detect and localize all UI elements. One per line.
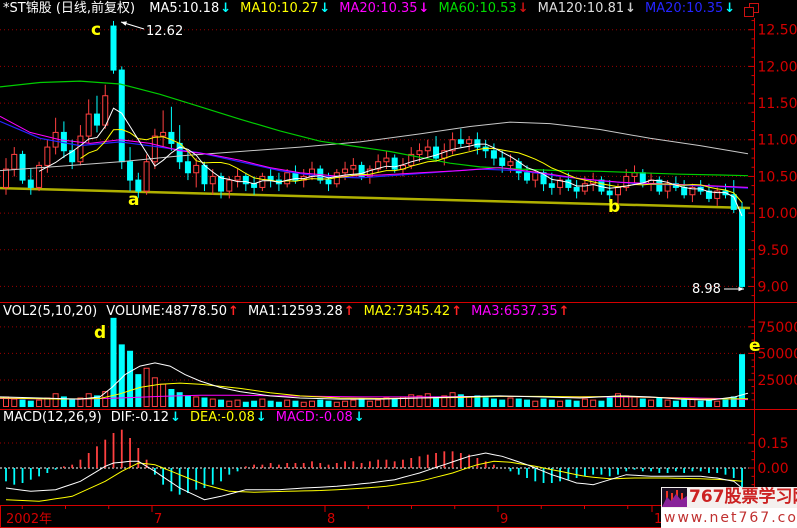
- note-high: 12.62: [146, 25, 183, 38]
- svg-text:7: 7: [154, 512, 162, 527]
- site-logo-icon: [662, 488, 687, 507]
- main-pane-candles: [4, 21, 745, 288]
- main-header-trend-arrow-1: ↓: [319, 1, 330, 16]
- vol-header-trend-arrow-4: ↑: [559, 304, 570, 319]
- svg-text:11.00: 11.00: [758, 133, 797, 149]
- vol-header-item-1: VOLUME:48778.50: [106, 304, 227, 319]
- main-header-item-0: MA5:10.18: [149, 1, 219, 16]
- chart-canvas[interactable]: 12.5012.0011.5011.0010.5010.009.509.0075…: [0, 0, 797, 528]
- marker-e: e: [749, 338, 761, 355]
- main-header-trend-arrow-0: ↓: [220, 1, 231, 16]
- main-header-trend-arrow-3: ↓: [518, 1, 529, 16]
- volume-indicator-bar: VOL2(5,10,20)VOLUME:48778.50↑MA1:12593.2…: [3, 303, 579, 320]
- svg-text:9.50: 9.50: [758, 243, 789, 259]
- svg-text:11.50: 11.50: [758, 96, 797, 112]
- vol-header-item-3: MA2:7345.42: [364, 304, 451, 319]
- svg-text:10.00: 10.00: [758, 206, 797, 222]
- macd-header-trend-arrow-2: ↓: [256, 410, 267, 425]
- main-header-item-2: MA20:10.35: [339, 1, 417, 16]
- vol-header-trend-arrow-1: ↑: [228, 304, 239, 319]
- main-header-item-3: MA60:10.53: [438, 1, 516, 16]
- macd-pane-lines: [6, 453, 742, 501]
- svg-text:25000: 25000: [758, 373, 797, 389]
- main-header-item-5: MA20:10.35: [645, 1, 723, 16]
- svg-text:0.00: 0.00: [758, 461, 789, 477]
- stock-title: *ST锦股 (日线,前复权): [3, 1, 135, 16]
- volume-pane-bars: [4, 318, 745, 406]
- watermark-banner: 767股票学习网: [661, 487, 797, 508]
- svg-text:9.00: 9.00: [758, 279, 789, 295]
- note-low: 8.98: [692, 283, 721, 296]
- svg-text:10.50: 10.50: [758, 169, 797, 185]
- main-header-item-1: MA10:10.27: [240, 1, 318, 16]
- watermark-url: www.net767.com: [661, 508, 797, 528]
- svg-text:8: 8: [327, 512, 335, 527]
- svg-text:12.50: 12.50: [758, 23, 797, 39]
- vol-header-trend-arrow-3: ↑: [451, 304, 462, 319]
- main-indicator-bar: *ST锦股 (日线,前复权) MA5:10.18↓MA10:10.27↓MA20…: [3, 0, 744, 17]
- vol-header-item-0: VOL2(5,10,20): [3, 304, 97, 319]
- macd-header-item-0: MACD(12,26,9): [3, 410, 102, 425]
- marker-a: a: [128, 192, 139, 209]
- marker-b: b: [608, 199, 620, 216]
- main-pane-ma-lines: [0, 81, 748, 216]
- macd-header-trend-arrow-1: ↓: [170, 410, 181, 425]
- main-header-trend-arrow-2: ↓: [419, 1, 430, 16]
- macd-indicator-bar: MACD(12,26,9)DIF:-0.12↓DEA:-0.08↓MACD:-0…: [3, 409, 374, 426]
- main-header-item-4: MA120:10.81: [538, 1, 625, 16]
- svg-text:9: 9: [500, 512, 508, 527]
- window-restore-icon[interactable]: [744, 3, 758, 16]
- window-restore-icon-front: [744, 7, 754, 17]
- watermark: 767股票学习网 www.net767.com: [661, 487, 797, 528]
- main-header-trend-arrow-4: ↓: [625, 1, 636, 16]
- stock-chart-window: 12.5012.0011.5011.0010.5010.009.509.0075…: [0, 0, 797, 528]
- macd-header-item-2: DEA:-0.08: [190, 410, 255, 425]
- macd-header-trend-arrow-3: ↓: [354, 410, 365, 425]
- marker-d: d: [94, 325, 106, 342]
- macd-pane-histogram: [6, 430, 742, 495]
- trendline: [0, 188, 750, 208]
- marker-c: c: [91, 22, 101, 39]
- svg-text:12.00: 12.00: [758, 59, 797, 75]
- vol-header-item-2: MA1:12593.28: [248, 304, 343, 319]
- svg-text:75000: 75000: [758, 320, 797, 336]
- right-price-axis: 12.50 12.00 11.50 11.00 10.50 10.00 9.50 9.00 75…: [749, 18, 797, 505]
- svg-text:0.15: 0.15: [758, 436, 789, 452]
- watermark-site-name: 767股票学习网: [689, 487, 797, 508]
- vol-header-item-4: MA3:6537.35: [471, 304, 558, 319]
- svg-text:50000: 50000: [758, 346, 797, 362]
- vol-header-trend-arrow-2: ↑: [344, 304, 355, 319]
- macd-header-item-1: DIF:-0.12: [111, 410, 169, 425]
- macd-header-item-3: MACD:-0.08: [276, 410, 353, 425]
- svg-text:2002年: 2002年: [6, 512, 52, 527]
- main-header-trend-arrow-5: ↓: [724, 1, 735, 16]
